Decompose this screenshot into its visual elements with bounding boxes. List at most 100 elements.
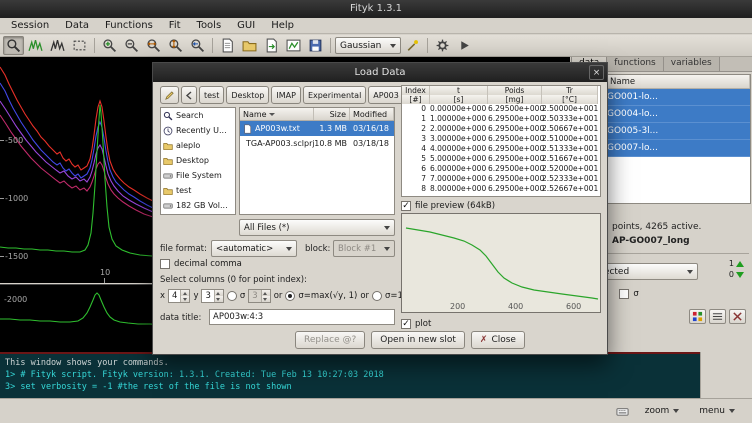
tab-functions[interactable]: functions bbox=[607, 57, 663, 71]
file-preview-checkbox[interactable] bbox=[401, 201, 411, 211]
data-title-input[interactable]: AP003w:4:3 bbox=[209, 309, 395, 325]
file-size: 10.8 MB bbox=[314, 139, 350, 148]
menu-help[interactable]: Help bbox=[264, 19, 301, 32]
zoom-mode-button[interactable] bbox=[3, 36, 24, 55]
sigma-max-radio[interactable] bbox=[285, 291, 295, 301]
open-in-new-slot-button[interactable]: Open in new slot bbox=[371, 331, 465, 349]
file-filter-combo[interactable]: All Files (*) bbox=[239, 219, 395, 236]
zoom-all-button[interactable] bbox=[99, 36, 120, 55]
preview-plot[interactable]: 200 400 600 bbox=[401, 213, 601, 313]
place-desktop[interactable]: Desktop bbox=[161, 153, 235, 168]
place-file-system[interactable]: File System bbox=[161, 168, 235, 183]
sigma-label: σ bbox=[633, 289, 638, 299]
zoom-vertical-icon bbox=[168, 38, 183, 53]
sigma-one-radio[interactable] bbox=[372, 291, 382, 301]
lines-button[interactable] bbox=[709, 309, 726, 324]
session-log-button[interactable] bbox=[217, 36, 238, 55]
file-filter-value: All Files (*) bbox=[244, 223, 289, 233]
block-combo[interactable]: Block #1 bbox=[333, 240, 395, 257]
toolbar-separator bbox=[212, 38, 213, 53]
continue-fit-button[interactable] bbox=[454, 36, 475, 55]
y-column-spinner[interactable]: 3 bbox=[201, 289, 223, 303]
table-row: 66.00000e+0006.29500e+0002.52000e+001 bbox=[402, 164, 600, 174]
file-format-value: <automatic> bbox=[216, 244, 273, 254]
decimal-comma-checkbox[interactable] bbox=[160, 259, 170, 269]
zoom-in-button[interactable] bbox=[121, 36, 142, 55]
auto-add-button[interactable] bbox=[402, 36, 423, 55]
file-row[interactable]: TGA-AP003.sclprj 10.8 MB 03/18/18 bbox=[240, 136, 394, 151]
activate-data-mode-button[interactable] bbox=[69, 36, 90, 55]
place-recently-used[interactable]: Recently U... bbox=[161, 123, 235, 138]
path-button-desktop[interactable]: Desktop bbox=[226, 86, 269, 104]
table-row: 00.00000e+0006.29500e+0002.50000e+001 bbox=[402, 104, 600, 114]
dialog-titlebar[interactable]: Load Data× bbox=[153, 63, 607, 82]
place-test[interactable]: test bbox=[161, 183, 235, 198]
zoom-dropdown[interactable]: zoom bbox=[638, 403, 687, 419]
save-image-button[interactable] bbox=[283, 36, 304, 55]
move-up-icon[interactable] bbox=[736, 261, 744, 267]
column-name[interactable]: Name bbox=[240, 108, 314, 120]
zoom-vert-button[interactable] bbox=[165, 36, 186, 55]
file-list: Name Size Modified AP003w.txt 1.3 MB 03/… bbox=[239, 107, 395, 215]
style-button[interactable] bbox=[689, 309, 706, 324]
replace-button[interactable]: Replace @? bbox=[295, 331, 365, 349]
menu-session[interactable]: Session bbox=[4, 19, 56, 32]
output-console[interactable]: This window shows your commands. 1> # Fi… bbox=[0, 352, 700, 398]
play-icon bbox=[457, 38, 472, 53]
zoom-prev-button[interactable] bbox=[187, 36, 208, 55]
gear-icon bbox=[435, 38, 450, 53]
delete-dataset-button[interactable] bbox=[729, 309, 746, 324]
path-back-button[interactable] bbox=[181, 86, 197, 104]
path-button-test[interactable]: test bbox=[199, 86, 224, 104]
save-session-button[interactable] bbox=[305, 36, 326, 55]
close-button[interactable]: ✗Close bbox=[471, 331, 525, 349]
toolbar-separator bbox=[330, 38, 331, 53]
path-button-experimental[interactable]: Experimental bbox=[303, 86, 366, 104]
clock-icon bbox=[163, 126, 173, 136]
menu-gui[interactable]: GUI bbox=[230, 19, 262, 32]
place-home[interactable]: aleplo bbox=[161, 138, 235, 153]
run-fit-button[interactable] bbox=[432, 36, 453, 55]
dark-peaks-icon bbox=[50, 38, 65, 53]
preview-x-tick: 200 bbox=[450, 302, 465, 311]
open-file-button[interactable] bbox=[239, 36, 260, 55]
preview-plot-canvas bbox=[402, 214, 600, 312]
tab-variables[interactable]: variables bbox=[664, 57, 720, 71]
input-history-button[interactable] bbox=[614, 403, 632, 419]
x-column-label: x bbox=[160, 291, 165, 301]
sigma-checkbox[interactable] bbox=[619, 289, 629, 299]
type-filename-button[interactable] bbox=[160, 86, 179, 104]
column-size[interactable]: Size bbox=[314, 108, 350, 120]
add-peak-mode-button[interactable] bbox=[25, 36, 46, 55]
console-line: This window shows your commands. bbox=[5, 357, 695, 369]
dataset-name-column[interactable]: Name bbox=[607, 75, 750, 88]
menu-tools[interactable]: Tools bbox=[190, 19, 229, 32]
export-button[interactable] bbox=[261, 36, 282, 55]
plot-checkbox[interactable] bbox=[401, 319, 411, 329]
place-volume[interactable]: 182 GB Vol... bbox=[161, 198, 235, 213]
path-button-imap[interactable]: IMAP bbox=[271, 86, 301, 104]
place-search[interactable]: Search bbox=[161, 108, 235, 123]
menu-dropdown[interactable]: menu bbox=[692, 403, 742, 419]
plot-checkbox-label: plot bbox=[415, 319, 431, 329]
sigma-column-spinner[interactable]: 3 bbox=[248, 289, 270, 303]
dialog-close-button[interactable]: × bbox=[589, 65, 604, 80]
move-down-icon[interactable] bbox=[736, 272, 744, 278]
x-column-spinner[interactable]: 4 bbox=[168, 289, 190, 303]
zoom-horiz-button[interactable] bbox=[143, 36, 164, 55]
folder-icon bbox=[163, 156, 173, 166]
menu-functions[interactable]: Functions bbox=[98, 19, 160, 32]
function-type-combo[interactable]: Gaussian bbox=[335, 37, 401, 54]
export-page-icon bbox=[264, 38, 279, 53]
menu-fit[interactable]: Fit bbox=[162, 19, 188, 32]
window-titlebar[interactable]: Fityk 1.3.1 bbox=[0, 0, 752, 18]
column-modified[interactable]: Modified bbox=[350, 108, 394, 120]
file-row[interactable]: AP003w.txt 1.3 MB 03/16/18 bbox=[240, 121, 394, 136]
menu-data[interactable]: Data bbox=[58, 19, 96, 32]
file-format-combo[interactable]: <automatic> bbox=[211, 240, 297, 257]
close-icon bbox=[732, 311, 743, 322]
add-point-mode-button[interactable] bbox=[47, 36, 68, 55]
sigma-column-radio[interactable] bbox=[227, 291, 237, 301]
chart-image-icon bbox=[286, 38, 301, 53]
path-button-ap003[interactable]: AP003 bbox=[368, 86, 404, 104]
